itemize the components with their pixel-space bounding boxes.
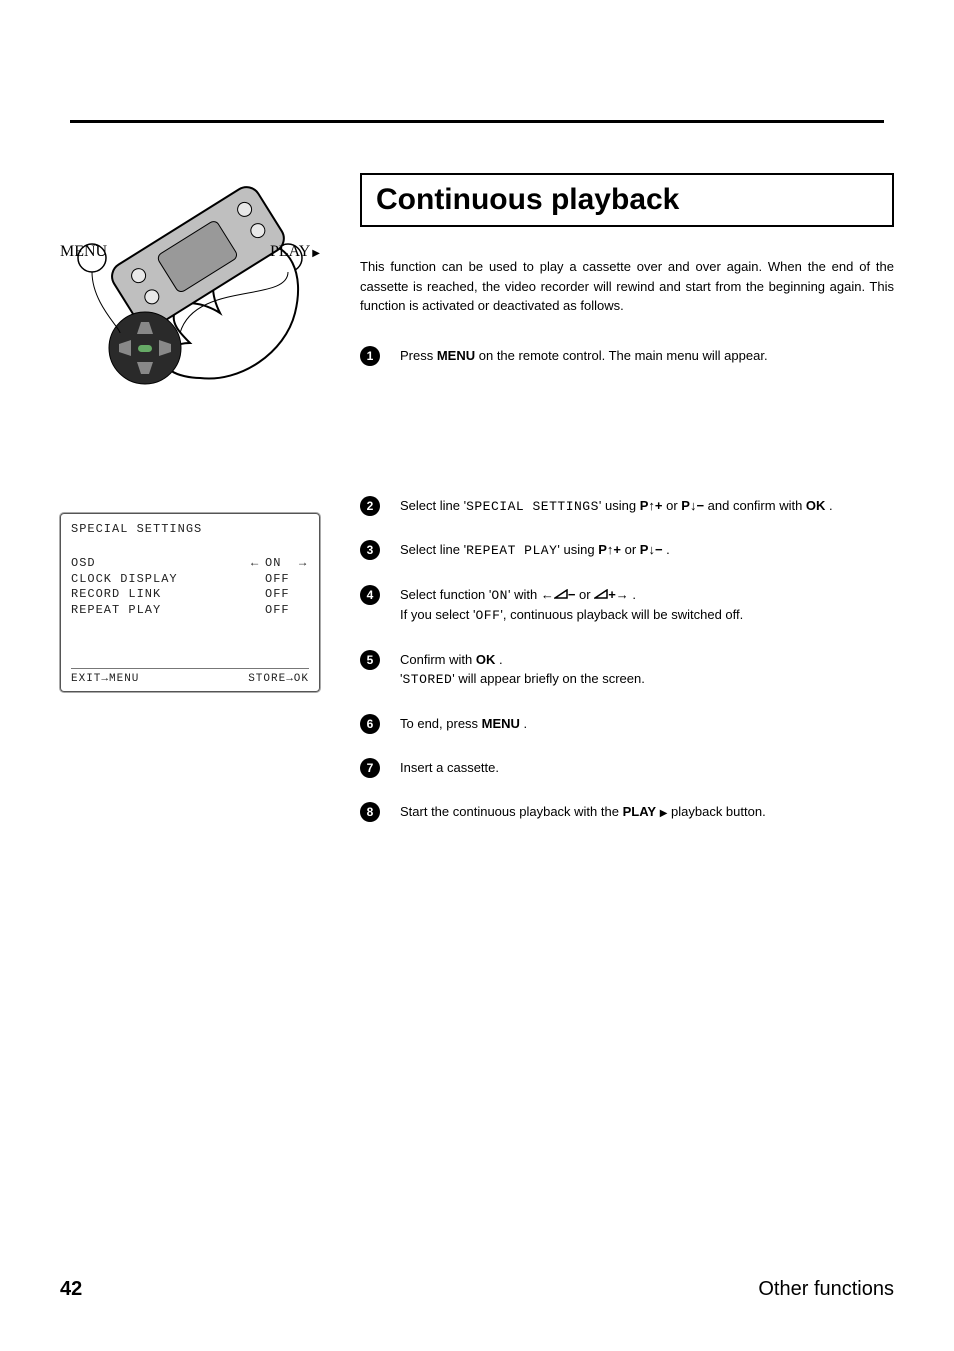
- minus-icon: [568, 587, 576, 602]
- play-button-ref: PLAY: [623, 804, 656, 819]
- osd-text: SPECIAL SETTINGS: [466, 499, 599, 514]
- osd-footer-left: EXIT→MENU: [71, 673, 139, 685]
- step-number: 5: [360, 650, 380, 670]
- section-title: Continuous playback: [376, 183, 878, 217]
- osd-row-label: RECORD LINK: [71, 587, 247, 603]
- section-name: Other functions: [758, 1278, 894, 1301]
- step: 8 Start the continuous playback with the…: [360, 802, 894, 822]
- osd-row-value: OFF: [265, 572, 295, 588]
- step-text: Confirm with OK . 'STORED' will appear b…: [400, 650, 894, 690]
- remote-drawing: [60, 183, 320, 403]
- right-arrow-icon: [616, 587, 629, 602]
- ok-button-ref: OK: [806, 498, 826, 513]
- play-button-label: PLAY: [270, 243, 320, 261]
- intro-paragraph: This function can be used to play a cass…: [360, 257, 894, 316]
- plus-icon: [655, 498, 663, 513]
- step: 1 Press MENU on the remote control. The …: [360, 346, 894, 366]
- right-column: Continuous playback This function can be…: [360, 173, 894, 846]
- osd-row: CLOCK DISPLAY OFF: [71, 572, 309, 588]
- osd-row: RECORD LINK OFF: [71, 587, 309, 603]
- osd-panel: SPECIAL SETTINGS OSD ← ON → CLOCK DISPLA…: [60, 513, 320, 692]
- step-number: 6: [360, 714, 380, 734]
- arrow-right-icon: →: [299, 556, 309, 572]
- osd-text: ON: [491, 588, 508, 603]
- step-number: 2: [360, 496, 380, 516]
- play-icon: [660, 804, 668, 819]
- step-text: Select line 'SPECIAL SETTINGS' using P o…: [400, 496, 894, 517]
- page-footer: 42 Other functions: [60, 1278, 894, 1301]
- section-title-box: Continuous playback: [360, 173, 894, 227]
- step-text: Press MENU on the remote control. The ma…: [400, 346, 894, 366]
- step-number: 1: [360, 346, 380, 366]
- osd-row-label: CLOCK DISPLAY: [71, 572, 247, 588]
- step-text: To end, press MENU .: [400, 714, 894, 734]
- top-rule: [70, 120, 884, 123]
- osd-row-label: OSD: [71, 556, 247, 572]
- step: 7 Insert a cassette.: [360, 758, 894, 778]
- osd-panel-footer: EXIT→MENU STORE→OK: [71, 673, 309, 685]
- step: 4 Select function 'ON' with or . If you …: [360, 585, 894, 626]
- osd-text: STORED: [402, 672, 452, 687]
- osd-row-label: REPEAT PLAY: [71, 603, 247, 619]
- osd-row-value: ON: [265, 556, 295, 572]
- step-text: Insert a cassette.: [400, 758, 894, 778]
- step-text: Select line 'REPEAT PLAY' using P or P .: [400, 540, 894, 561]
- step: 3 Select line 'REPEAT PLAY' using P or P…: [360, 540, 894, 561]
- osd-panel-header: SPECIAL SETTINGS: [71, 522, 309, 536]
- left-arrow-icon: [541, 587, 554, 602]
- step-number: 4: [360, 585, 380, 605]
- step-number: 7: [360, 758, 380, 778]
- menu-button-label: MENU: [60, 243, 107, 261]
- osd-row: REPEAT PLAY OFF: [71, 603, 309, 619]
- step: 2 Select line 'SPECIAL SETTINGS' using P…: [360, 496, 894, 517]
- osd-text: OFF: [475, 608, 500, 623]
- step-number: 8: [360, 802, 380, 822]
- osd-row: OSD ← ON →: [71, 556, 309, 572]
- plus-icon: [613, 542, 621, 557]
- step: 6 To end, press MENU .: [360, 714, 894, 734]
- menu-button-ref: MENU: [482, 716, 520, 731]
- step: 5 Confirm with OK . 'STORED' will appear…: [360, 650, 894, 690]
- ok-button-ref: OK: [476, 652, 496, 667]
- minus-icon: [696, 498, 704, 513]
- minus-icon: [655, 542, 663, 557]
- play-icon: [312, 243, 320, 261]
- osd-text: REPEAT PLAY: [466, 543, 557, 558]
- left-column: MENU PLAY: [60, 173, 330, 846]
- arrow-left-icon: ←: [251, 556, 261, 572]
- plus-icon: [608, 587, 616, 602]
- page-number: 42: [60, 1278, 82, 1301]
- osd-row-value: OFF: [265, 587, 295, 603]
- step-number: 3: [360, 540, 380, 560]
- remote-illustration: MENU PLAY: [60, 183, 320, 403]
- step-text: Start the continuous playback with the P…: [400, 802, 894, 822]
- osd-row-value: OFF: [265, 603, 295, 619]
- page: MENU PLAY: [0, 0, 954, 1351]
- step-text: Select function 'ON' with or . If you se…: [400, 585, 894, 626]
- menu-button-ref: MENU: [437, 348, 475, 363]
- osd-footer-right: STORE→OK: [248, 673, 309, 685]
